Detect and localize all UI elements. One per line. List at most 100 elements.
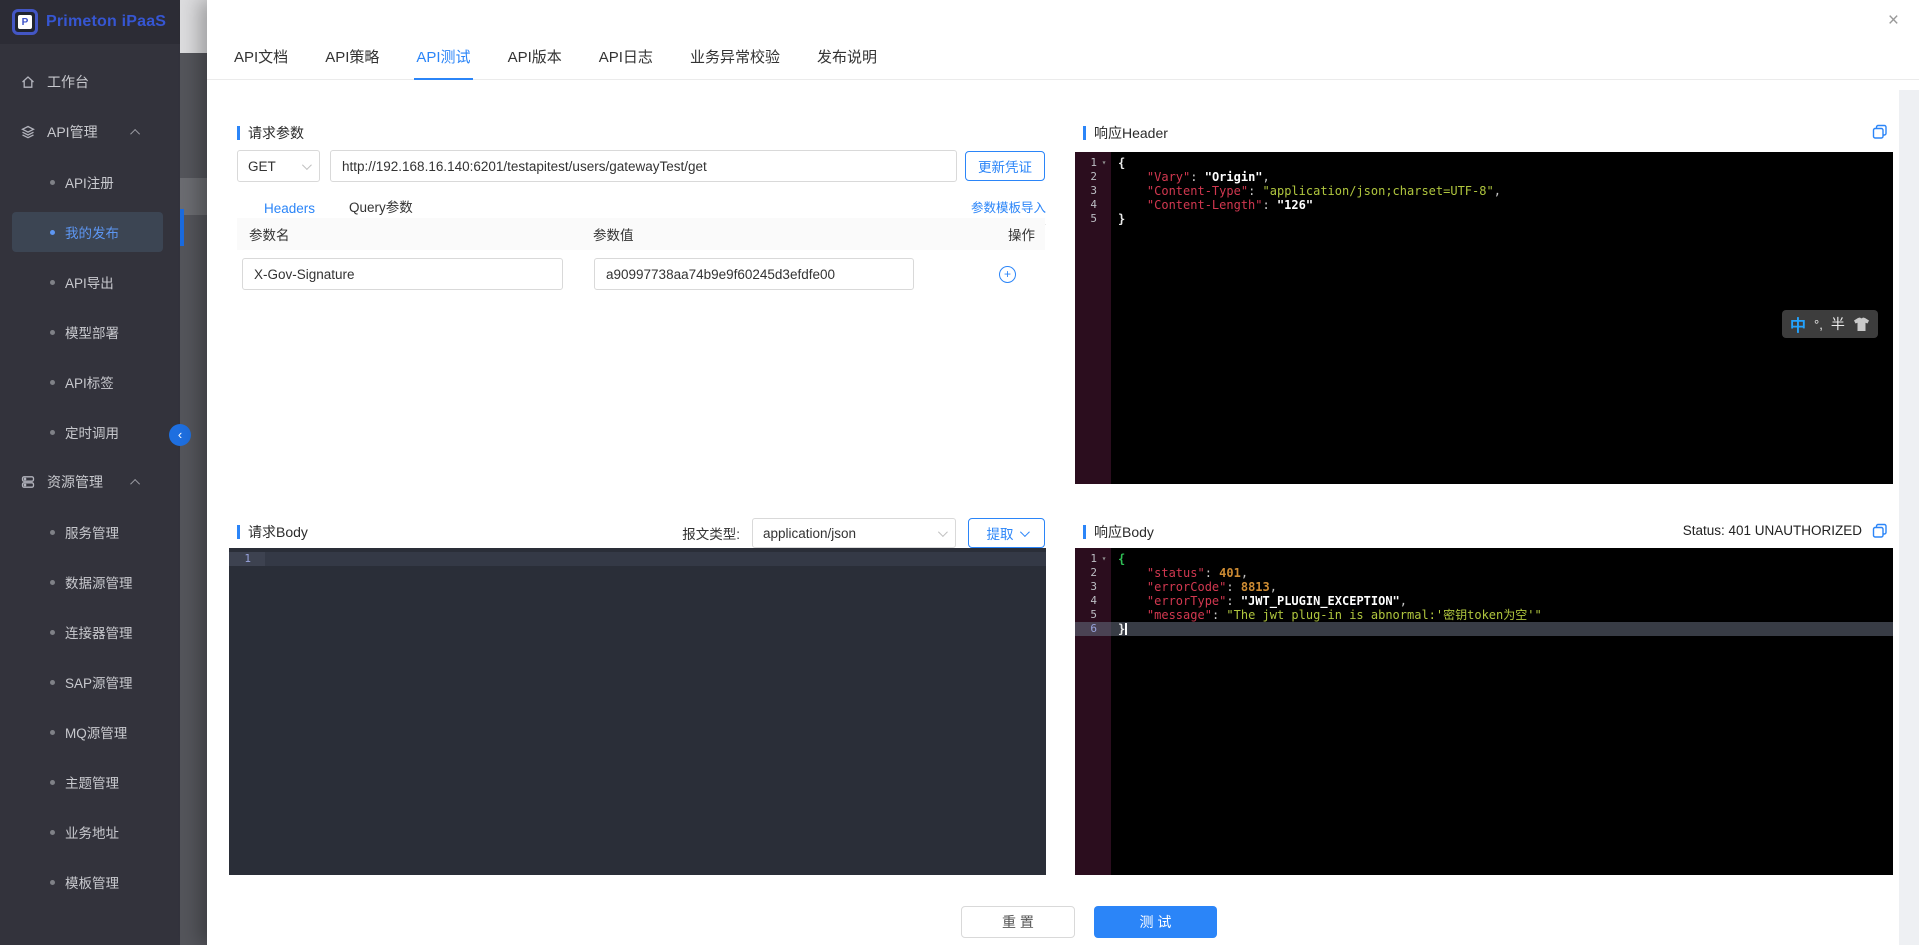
sidebar-item-label: 连接器管理 — [65, 622, 133, 642]
test-button[interactable]: 测 试 — [1094, 906, 1217, 938]
param-name-input[interactable] — [242, 258, 563, 290]
sidebar-item-workbench[interactable]: 工作台 — [0, 57, 180, 107]
sidebar-item-label: 服务管理 — [65, 522, 119, 542]
sidebar-item-label: 定时调用 — [65, 422, 119, 442]
ime-skin-icon[interactable] — [1853, 317, 1870, 332]
bullet-icon — [50, 280, 55, 285]
tab-api-log[interactable]: API日志 — [597, 46, 655, 80]
title-accent-bar — [1083, 525, 1086, 539]
response-header-title-row: 响应Header — [1083, 123, 1885, 143]
sidebar-item-service-management[interactable]: 服务管理 — [0, 507, 180, 557]
sidebar-item-api-tag[interactable]: API标签 — [0, 357, 180, 407]
param-table-header: 参数名 参数值 操作 — [237, 218, 1045, 250]
content-type-select[interactable]: application/json — [752, 518, 956, 548]
bullet-icon — [50, 580, 55, 585]
param-value-input[interactable] — [594, 258, 914, 290]
bullet-icon — [50, 630, 55, 635]
logo-bar: P Primeton iPaaS — [0, 0, 180, 44]
sidebar-item-label: 主题管理 — [65, 772, 119, 792]
sidebar-item-topic-management[interactable]: 主题管理 — [0, 757, 180, 807]
bullet-icon — [50, 430, 55, 435]
sidebar-item-sap-source-management[interactable]: SAP源管理 — [0, 657, 180, 707]
modal-footer: 重 置 测 试 — [961, 906, 1217, 938]
bullet-icon — [50, 780, 55, 785]
reset-button[interactable]: 重 置 — [961, 906, 1075, 938]
sidebar-item-api-register[interactable]: API注册 — [0, 157, 180, 207]
app-logo-icon: P — [12, 9, 38, 35]
content-type-value: application/json — [763, 526, 856, 541]
response-body-editor[interactable]: 1▾{2 "status": 401,3 "errorCode": 8813,4… — [1075, 548, 1893, 875]
dimmed-header-fragment — [180, 0, 207, 53]
sidebar-item-label: 模型部署 — [65, 322, 119, 342]
column-actions: 操作 — [983, 224, 1045, 244]
request-params-panel: 请求参数 GET 更新凭证 Headers Query参数 参数模板导入 参数名… — [229, 111, 1046, 484]
chevron-left-icon: ‹ — [178, 427, 182, 442]
method-select-value: GET — [248, 159, 276, 174]
bullet-icon — [50, 230, 55, 235]
sidebar-item-label: 数据源管理 — [65, 572, 133, 592]
sidebar-item-template-management[interactable]: 模板管理 — [0, 857, 180, 907]
request-body-panel: 请求Body 报文类型: application/json 提取 1 — [229, 510, 1046, 875]
ime-chinese-mode-indicator[interactable]: 中 — [1790, 312, 1806, 336]
panel-title: 响应Header — [1094, 123, 1168, 143]
scrollbar-track[interactable] — [1899, 90, 1919, 945]
panel-title: 响应Body — [1094, 522, 1154, 542]
tab-api-test[interactable]: API测试 — [414, 46, 472, 80]
response-body-panel: 响应Body Status: 401 UNAUTHORIZED 1▾{2 "st… — [1075, 510, 1893, 875]
chevron-down-icon — [1019, 527, 1029, 537]
sidebar: P Primeton iPaaS 工作台 API管理 API注册 我的发布 AP… — [0, 0, 180, 945]
sidebar-item-scheduled-call[interactable]: 定时调用 — [0, 407, 180, 457]
bullet-icon — [50, 830, 55, 835]
title-accent-bar — [1083, 126, 1086, 140]
tab-api-version[interactable]: API版本 — [506, 46, 564, 80]
sidebar-item-datasource-management[interactable]: 数据源管理 — [0, 557, 180, 607]
sidebar-item-my-publish[interactable]: 我的发布 — [0, 207, 180, 257]
sidebar-item-label: API导出 — [65, 272, 114, 292]
update-credential-button[interactable]: 更新凭证 — [965, 151, 1045, 181]
sidebar-group-api-management[interactable]: API管理 — [0, 107, 180, 157]
method-select[interactable]: GET — [237, 150, 320, 182]
sidebar-item-business-address[interactable]: 业务地址 — [0, 807, 180, 857]
tab-api-policy[interactable]: API策略 — [323, 46, 381, 80]
response-status-badge: Status: 401 UNAUTHORIZED — [1683, 523, 1862, 538]
copy-icon[interactable] — [1872, 523, 1888, 539]
sidebar-item-api-export[interactable]: API导出 — [0, 257, 180, 307]
url-input[interactable] — [330, 150, 957, 182]
ime-halfwidth-indicator[interactable]: 半 — [1831, 314, 1845, 334]
sidebar-item-model-deploy[interactable]: 模型部署 — [0, 307, 180, 357]
sidebar-group-resource-management[interactable]: 资源管理 — [0, 457, 180, 507]
extract-button[interactable]: 提取 — [968, 518, 1045, 548]
sidebar-item-connector-management[interactable]: 连接器管理 — [0, 607, 180, 657]
request-body-editor[interactable]: 1 — [229, 548, 1046, 875]
sidebar-collapse-button[interactable]: ‹ — [169, 424, 191, 446]
title-accent-bar — [237, 126, 240, 140]
app-logo-text: Primeton iPaaS — [46, 13, 166, 31]
bullet-icon — [50, 880, 55, 885]
tab-business-exception-check[interactable]: 业务异常校验 — [688, 46, 782, 80]
tab-api-doc[interactable]: API文档 — [232, 46, 290, 80]
api-test-modal: × API文档 API策略 API测试 API版本 API日志 业务异常校验 发… — [207, 0, 1919, 945]
sidebar-item-label: SAP源管理 — [65, 672, 133, 692]
ime-punctuation-indicator[interactable]: °, — [1814, 317, 1823, 332]
message-type-label: 报文类型: — [682, 523, 740, 543]
request-params-title-row: 请求参数 — [237, 123, 1038, 143]
copy-icon[interactable] — [1872, 124, 1888, 140]
param-table-row: + — [237, 257, 1045, 291]
sidebar-group-label: API管理 — [47, 122, 98, 142]
home-icon — [20, 74, 36, 90]
layers-icon — [20, 124, 36, 140]
sidebar-item-mq-source-management[interactable]: MQ源管理 — [0, 707, 180, 757]
chevron-down-icon — [938, 527, 948, 537]
request-body-controls: 报文类型: application/json 提取 — [682, 518, 1045, 548]
response-header-editor[interactable]: 1▾{2 "Vary": "Origin",3 "Content-Type": … — [1075, 152, 1893, 484]
sidebar-item-label: 模板管理 — [65, 872, 119, 892]
panel-title: 请求Body — [248, 522, 308, 542]
modal-tabs: API文档 API策略 API测试 API版本 API日志 业务异常校验 发布说… — [207, 0, 1919, 80]
bullet-icon — [50, 180, 55, 185]
tab-release-notes[interactable]: 发布说明 — [815, 46, 879, 80]
sidebar-item-label: 业务地址 — [65, 822, 119, 842]
sidebar-menu: 工作台 API管理 API注册 我的发布 API导出 模型部署 API标签 定时… — [0, 57, 180, 907]
add-param-icon[interactable]: + — [999, 266, 1016, 283]
dimmed-element-fragment — [180, 178, 207, 215]
bullet-icon — [50, 680, 55, 685]
